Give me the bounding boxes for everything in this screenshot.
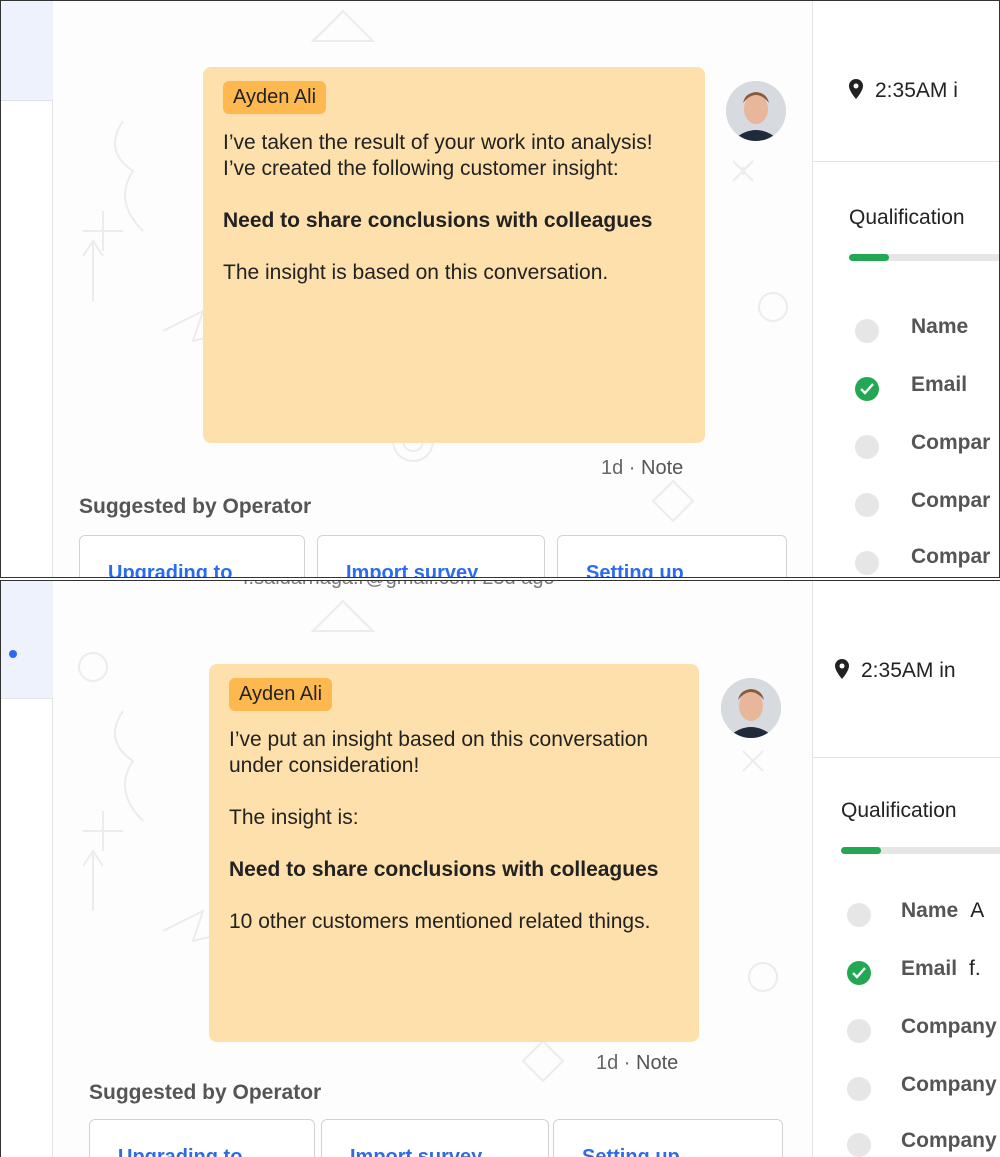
qualification-title: Qualification <box>849 206 965 229</box>
note-paragraph: 10 other customers mentioned related thi… <box>229 910 651 933</box>
conversation-list-item-selected[interactable] <box>1 581 53 699</box>
map-pin-icon <box>835 659 849 679</box>
divider <box>813 757 1000 758</box>
field-email[interactable]: Email f. <box>901 957 981 981</box>
avatar[interactable] <box>726 81 786 141</box>
field-name[interactable]: Name A <box>901 899 984 923</box>
message-type: Note <box>636 1052 679 1074</box>
field-company[interactable]: Compar <box>911 545 990 569</box>
conversation-list-strip <box>1 1 53 577</box>
suggestion-button[interactable]: Upgrading to <box>89 1119 315 1157</box>
qualification-progress <box>841 847 1000 854</box>
suggestion-button[interactable]: Setting up <box>557 535 787 577</box>
field-status-empty <box>847 1077 871 1101</box>
qualification-title: Qualification <box>841 799 957 822</box>
suggested-title: Suggested by Operator <box>89 1081 322 1104</box>
qualification-progress <box>849 254 999 261</box>
field-status-empty <box>847 1019 871 1043</box>
conversation-panel-bottom: f.saldarriaga.r@gmail.com 23d ago Ayden … <box>0 580 1000 1157</box>
local-time: 2:35AM in <box>861 659 956 682</box>
suggestion-button[interactable]: Setting up <box>553 1119 783 1157</box>
message-type: Note <box>641 457 684 479</box>
note-insight: Need to share conclusions with colleague… <box>229 858 659 881</box>
note-paragraph: I’ve put an insight based on this conver… <box>229 728 649 777</box>
avatar-image <box>726 81 786 141</box>
field-email[interactable]: Email <box>911 373 967 397</box>
suggestion-button[interactable]: Upgrading to <box>79 535 305 577</box>
note-bubble: Ayden Ali I’ve taken the result of your … <box>203 67 705 443</box>
field-status-empty <box>847 903 871 927</box>
field-name[interactable]: Name <box>911 315 968 339</box>
field-company[interactable]: Compar <box>911 489 990 513</box>
note-bubble: Ayden Ali I’ve put an insight based on t… <box>209 664 699 1042</box>
message-meta: 1d · Note <box>601 457 683 480</box>
field-status-empty <box>855 319 879 343</box>
author-name-tag: Ayden Ali <box>229 678 333 711</box>
message-time: 1d · <box>601 457 642 479</box>
suggestion-button[interactable]: Import survey <box>321 1119 549 1157</box>
field-company[interactable]: Company <box>901 1073 997 1097</box>
field-status-empty <box>855 551 879 575</box>
conversation-panel-top: Ayden Ali I’ve taken the result of your … <box>0 0 1000 578</box>
message-time: 1d · <box>596 1052 637 1074</box>
suggested-title: Suggested by Operator <box>79 495 312 518</box>
local-time-row: 2:35AM i <box>849 79 958 103</box>
previous-message-meta: f.saldarriaga.r@gmail.com 23d ago <box>243 581 555 590</box>
note-paragraph: The insight is: <box>229 806 359 829</box>
qualification-progress-fill <box>841 847 881 854</box>
note-paragraph: The insight is based on this conversatio… <box>223 261 609 284</box>
conversation-list-strip <box>1 581 53 1157</box>
customer-details-sidebar: 2:35AM in Qualification Name A Email f. Co… <box>813 581 1000 1157</box>
local-time-row: 2:35AM in <box>835 659 956 683</box>
field-company[interactable]: Company <box>901 1015 997 1039</box>
check-icon <box>855 377 879 401</box>
divider <box>813 161 999 162</box>
map-pin-icon <box>849 79 863 99</box>
message-meta: 1d · Note <box>596 1052 678 1075</box>
field-status-empty <box>855 435 879 459</box>
suggestion-button[interactable]: Import survey <box>317 535 545 577</box>
note-insight: Need to share conclusions with colleague… <box>223 209 653 232</box>
field-company[interactable]: Compar <box>911 431 990 455</box>
local-time: 2:35AM i <box>875 79 958 102</box>
customer-details-sidebar: 2:35AM i Qualification Name Email Compar… <box>813 1 999 577</box>
field-status-empty <box>855 493 879 517</box>
unread-dot <box>9 650 17 658</box>
conversation-list-item-selected[interactable] <box>1 1 53 101</box>
field-status-empty <box>847 1133 871 1157</box>
chat-area: f.saldarriaga.r@gmail.com 23d ago Ayden … <box>53 581 813 1157</box>
avatar-image <box>721 678 781 738</box>
note-paragraph: I’ve taken the result of your work into … <box>223 131 653 180</box>
avatar[interactable] <box>721 678 781 738</box>
author-name-tag: Ayden Ali <box>223 81 327 114</box>
chat-area: Ayden Ali I’ve taken the result of your … <box>53 1 813 577</box>
check-icon <box>847 961 871 985</box>
qualification-progress-fill <box>849 254 889 261</box>
field-company[interactable]: Company <box>901 1129 997 1153</box>
